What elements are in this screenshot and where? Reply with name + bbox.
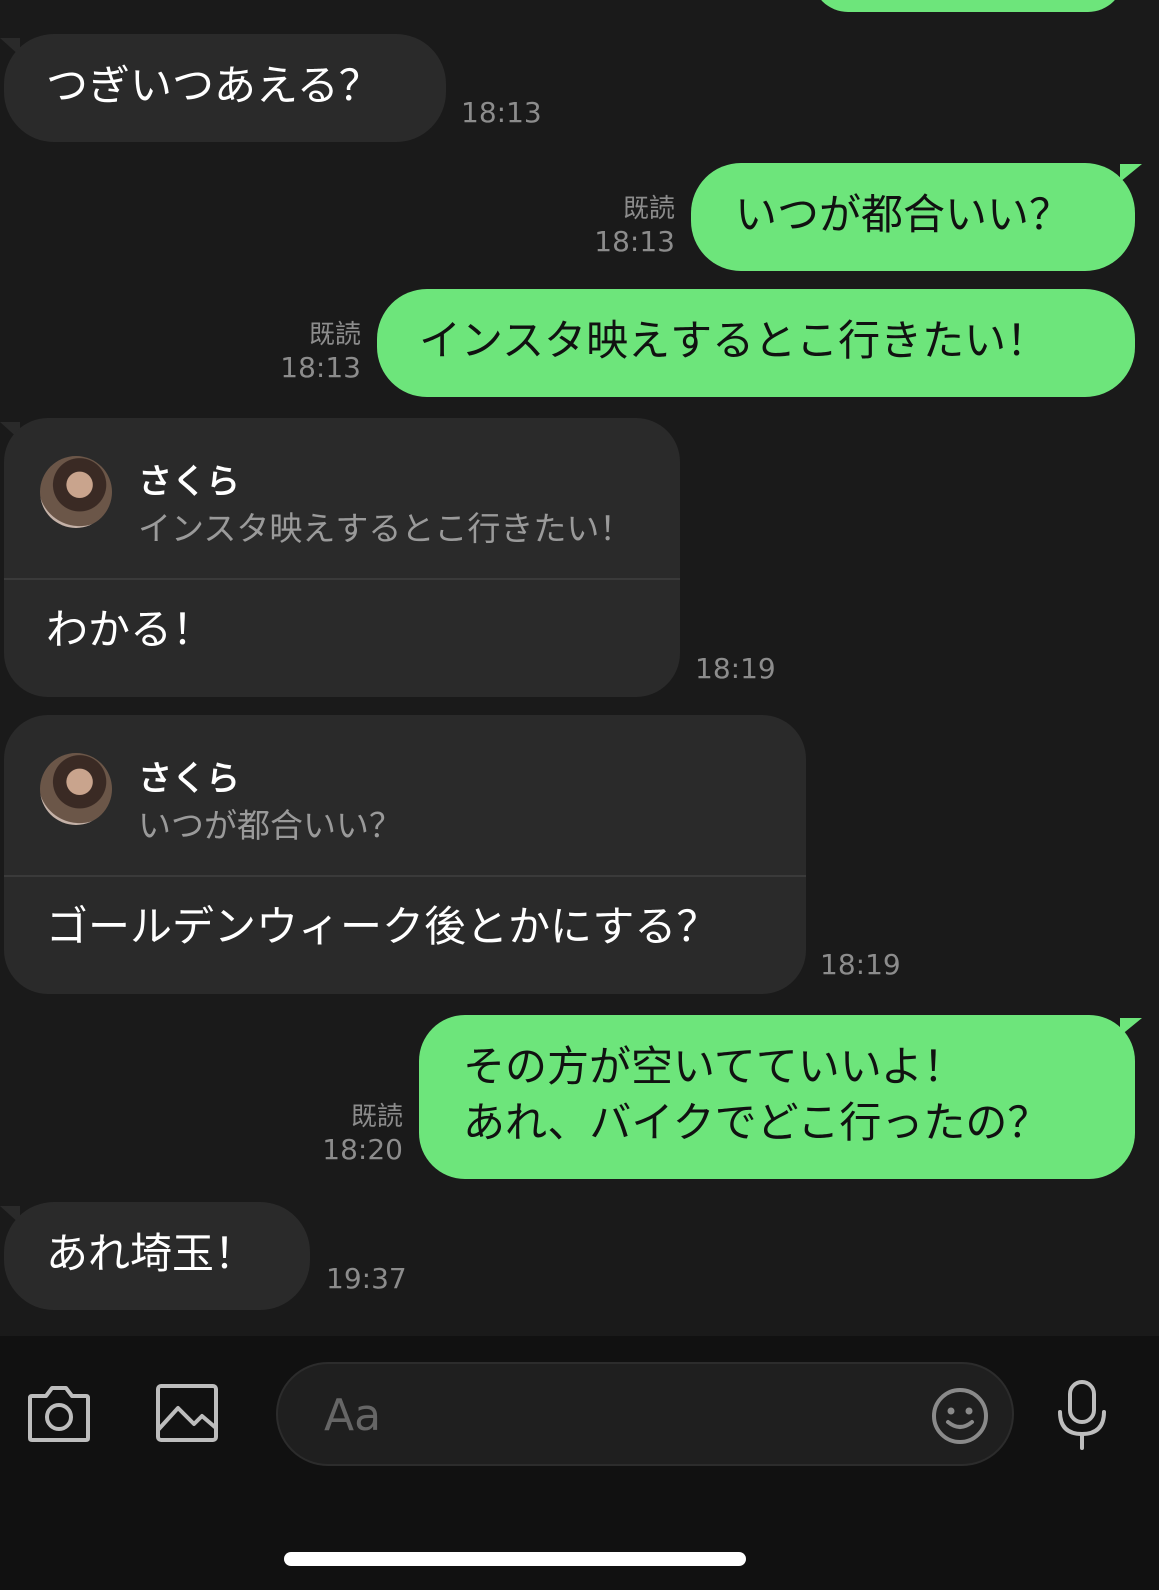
message-bubble-incoming[interactable]: あれ埼玉！ [4, 1202, 310, 1310]
message-text-line-2: あれ、バイクでどこ行ったの？ [463, 1098, 1050, 1147]
read-receipt: 既読 18:20 [322, 1096, 403, 1166]
message-text: インスタ映えするとこ行きたい！ [419, 316, 1049, 365]
message-text: あれ埼玉！ [46, 1229, 257, 1278]
read-label: 既読 [350, 1102, 403, 1132]
message-input[interactable]: Aa [276, 1362, 1014, 1466]
image-icon[interactable] [154, 1380, 220, 1446]
message-time: 18:13 [280, 351, 361, 384]
reply-quoted-text: いつが都合いい？ [138, 806, 402, 845]
message-text: いつが都合いい？ [735, 190, 1072, 239]
reply-message-bubble[interactable]: さくら いつが都合いい？ ゴールデンウィーク後とかにする？ [4, 715, 806, 994]
emoji-icon[interactable] [930, 1386, 990, 1446]
message-bubble-outgoing[interactable]: いつが都合いい？ [691, 163, 1135, 271]
read-label: 既読 [622, 194, 675, 224]
camera-icon[interactable] [26, 1380, 92, 1446]
message-text: ゴールデンウィーク後とかにする？ [46, 902, 719, 951]
message-time: 18:13 [461, 96, 542, 129]
microphone-icon[interactable] [1054, 1380, 1110, 1452]
read-receipt: 既読 18:13 [280, 314, 361, 384]
reply-quoted-text: インスタ映えするとこ行きたい！ [138, 509, 633, 548]
reply-sender-name: さくら [138, 759, 240, 799]
message-bubble-incoming[interactable]: つぎいつあえる？ [4, 34, 446, 142]
message-time: 18:19 [820, 948, 901, 981]
bubble-tail [1120, 164, 1142, 182]
avatar [40, 753, 112, 825]
home-indicator[interactable] [284, 1552, 746, 1566]
message-time: 18:19 [695, 652, 776, 685]
reply-quote-header[interactable]: さくら インスタ映えするとこ行きたい！ [4, 418, 680, 580]
partial-outgoing-bubble [812, 0, 1124, 12]
message-text-line-1: その方が空いてていいよ！ [463, 1042, 965, 1091]
avatar [40, 456, 112, 528]
reply-sender-name: さくら [138, 462, 240, 502]
message-time: 18:13 [594, 225, 675, 258]
message-time: 19:37 [326, 1262, 407, 1295]
message-text: つぎいつあえる？ [46, 61, 381, 110]
read-label: 既読 [308, 320, 361, 350]
message-time: 18:20 [322, 1133, 403, 1166]
read-receipt: 既読 18:13 [594, 188, 675, 258]
reply-message-bubble[interactable]: さくら インスタ映えするとこ行きたい！ わかる！ [4, 418, 680, 697]
reply-quote-header[interactable]: さくら いつが都合いい？ [4, 715, 806, 877]
message-text: わかる！ [46, 605, 215, 654]
message-bubble-outgoing[interactable]: インスタ映えするとこ行きたい！ [377, 289, 1135, 397]
message-bubble-outgoing[interactable]: その方が空いてていいよ！ あれ、バイクでどこ行ったの？ [419, 1015, 1135, 1179]
input-placeholder: Aa [324, 1390, 382, 1441]
